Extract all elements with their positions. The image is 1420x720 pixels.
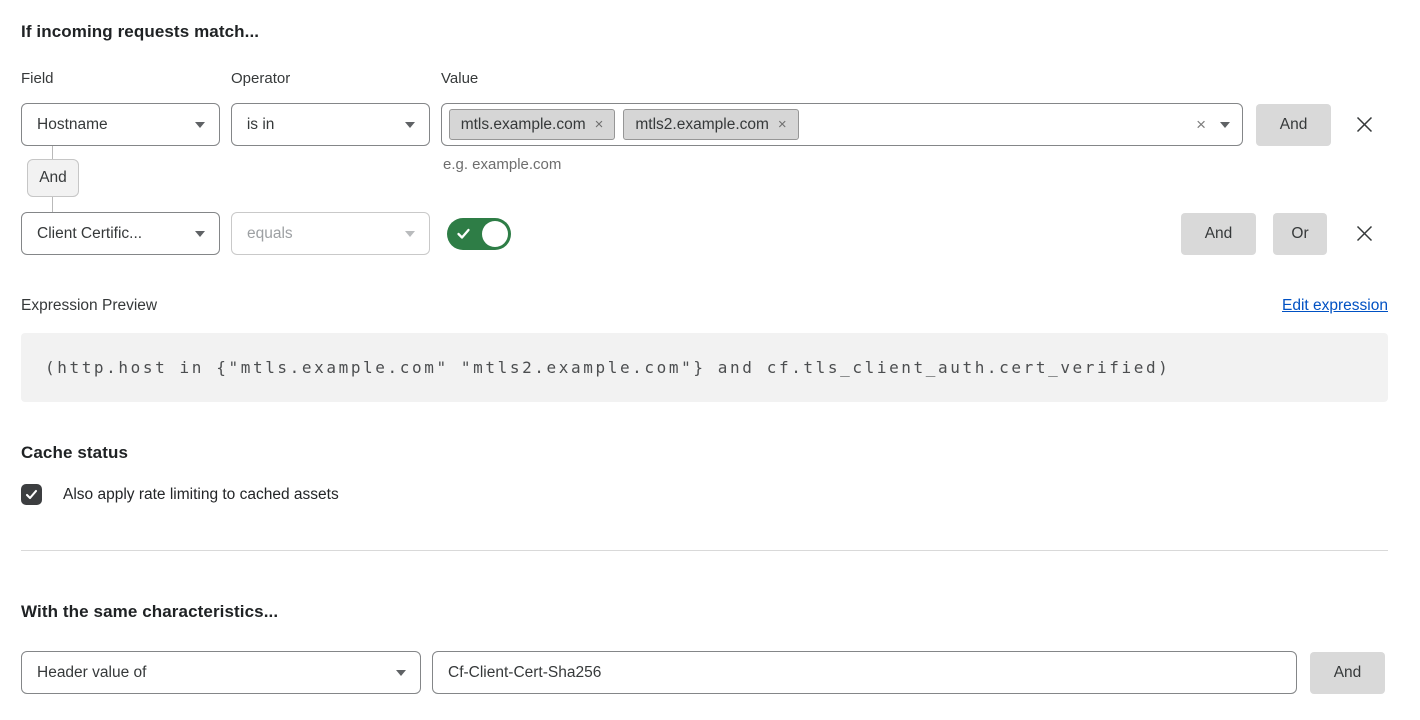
characteristic-select[interactable]: Header value of [21, 651, 421, 694]
section-divider [21, 550, 1388, 551]
toggle-knob [482, 221, 508, 247]
tag-remove-icon[interactable]: × [595, 117, 604, 132]
field-select-value: Client Certific... [37, 225, 187, 243]
value-column-label: Value [441, 70, 478, 87]
add-and-condition-button[interactable]: And [1256, 104, 1331, 146]
expression-code: (http.host in {"mtls.example.com" "mtls2… [21, 333, 1388, 402]
cache-checkbox-row: Also apply rate limiting to cached asset… [21, 484, 339, 505]
characteristic-select-value: Header value of [37, 664, 388, 682]
tag-remove-icon[interactable]: × [778, 117, 787, 132]
characteristics-section-heading: With the same characteristics... [21, 602, 278, 622]
add-and-condition-button[interactable]: And [1181, 213, 1256, 255]
value-multiselect[interactable]: mtls.example.com × mtls2.example.com × × [441, 103, 1243, 146]
condition-row-1: Hostname is in mtls.example.com × mtls2.… [21, 103, 1375, 146]
field-column-label: Field [21, 70, 54, 87]
operator-select-value: is in [247, 116, 397, 134]
connector-line [52, 146, 53, 159]
chevron-down-icon [405, 122, 415, 128]
cert-verified-toggle[interactable] [447, 218, 511, 250]
expression-header: Expression Preview Edit expression [21, 297, 1388, 315]
cached-assets-checkbox[interactable] [21, 484, 42, 505]
characteristics-row: Header value of And [21, 651, 1385, 694]
check-icon [456, 226, 471, 241]
remove-condition-icon[interactable] [1354, 223, 1375, 244]
operator-column-label: Operator [231, 70, 290, 87]
match-section-heading: If incoming requests match... [21, 22, 259, 42]
add-or-condition-button[interactable]: Or [1273, 213, 1327, 255]
operator-select[interactable]: is in [231, 103, 430, 146]
remove-condition-icon[interactable] [1354, 114, 1375, 135]
add-characteristic-button[interactable]: And [1310, 652, 1385, 694]
value-tag-text: mtls2.example.com [635, 116, 769, 134]
value-tag: mtls.example.com × [449, 109, 616, 140]
chevron-down-icon [405, 231, 415, 237]
value-hint: e.g. example.com [443, 156, 561, 173]
connector-and-button[interactable]: And [27, 159, 79, 197]
header-name-input[interactable] [432, 651, 1297, 694]
operator-select-disabled: equals [231, 212, 430, 255]
field-select[interactable]: Client Certific... [21, 212, 220, 255]
field-select[interactable]: Hostname [21, 103, 220, 146]
edit-expression-link[interactable]: Edit expression [1282, 297, 1388, 315]
chevron-down-icon[interactable] [1220, 122, 1230, 128]
check-icon [25, 488, 38, 501]
condition-row-2: Client Certific... equals And Or [21, 212, 1375, 255]
value-tag: mtls2.example.com × [623, 109, 798, 140]
expression-preview-label: Expression Preview [21, 297, 157, 315]
clear-values-icon[interactable]: × [1196, 116, 1206, 133]
field-select-value: Hostname [37, 116, 187, 134]
chevron-down-icon [195, 122, 205, 128]
operator-select-value: equals [247, 225, 397, 243]
chevron-down-icon [396, 670, 406, 676]
value-tag-text: mtls.example.com [461, 116, 586, 134]
cache-section-heading: Cache status [21, 443, 128, 463]
chevron-down-icon [195, 231, 205, 237]
cached-assets-checkbox-label: Also apply rate limiting to cached asset… [63, 486, 339, 504]
connector-line [52, 197, 53, 212]
